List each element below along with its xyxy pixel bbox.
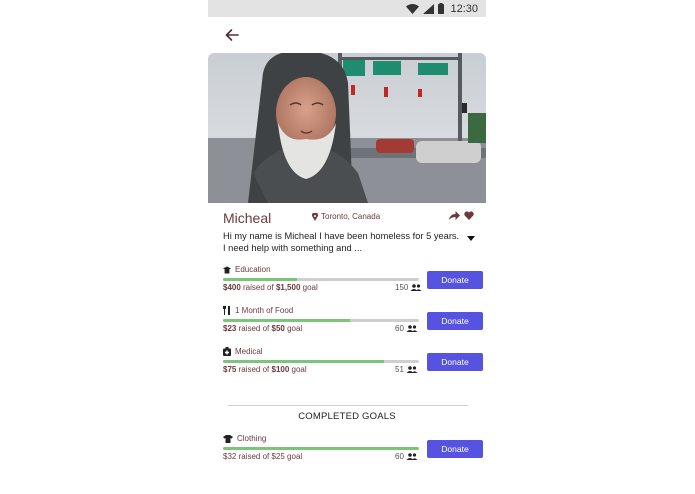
goal-raised-text: $32 raised of $25 goal	[223, 452, 303, 461]
goal-progress-bar	[223, 278, 419, 281]
goal-progress-fill	[223, 278, 298, 281]
location-pin-icon	[312, 212, 318, 221]
donate-button[interactable]: Donate	[427, 271, 483, 289]
goal-progress-fill	[223, 360, 384, 363]
signal-icon	[423, 3, 435, 14]
goal-label: 1 Month of Food	[235, 306, 294, 315]
people-icon	[410, 284, 422, 291]
goal-progress-bar	[223, 319, 419, 322]
goal-progress-fill	[223, 319, 351, 322]
share-icon[interactable]	[449, 211, 460, 220]
goal-item: Medical $75 raised of $100 goal 51 Donat…	[223, 347, 483, 379]
goal-label: Medical	[235, 347, 263, 356]
wifi-icon	[406, 3, 420, 14]
expand-caret-icon[interactable]	[467, 236, 475, 241]
phone-screen: 12:30 Micheal Toronto, Canada Hi my name…	[208, 0, 486, 494]
goal-label: Clothing	[237, 434, 267, 443]
goal-progress-fill	[223, 447, 419, 450]
location-text: Toronto, Canada	[321, 212, 381, 221]
donate-button[interactable]: Donate	[427, 312, 483, 330]
fork-knife-icon	[223, 306, 230, 315]
goal-progress-bar	[223, 447, 419, 450]
supporter-count: 150	[395, 283, 422, 292]
completed-goal-item: Clothing $32 raised of $25 goal 60 Donat…	[223, 434, 483, 466]
people-icon	[406, 366, 418, 373]
profile-actions	[449, 211, 474, 220]
people-icon	[406, 453, 418, 460]
goal-item: 1 Month of Food $23 raised of $50 goal 6…	[223, 306, 483, 338]
supporter-count: 60	[395, 452, 418, 461]
goal-label: Education	[235, 265, 271, 274]
back-arrow-icon[interactable]	[222, 26, 242, 44]
donate-button[interactable]: Donate	[427, 440, 483, 458]
goal-raised-text: $23 raised of $50 goal	[223, 324, 303, 333]
supporter-count: 51	[395, 365, 418, 374]
profile-location: Toronto, Canada	[312, 212, 380, 221]
profile-photo	[208, 53, 486, 203]
graduation-cap-icon	[223, 266, 231, 273]
profile-bio: Hi my name is Micheal I have been homele…	[223, 231, 460, 253]
goal-item: Education $400 raised of $1,500 goal 150…	[223, 265, 483, 297]
medical-kit-icon	[223, 347, 231, 356]
goal-progress-bar	[223, 360, 419, 363]
battery-icon	[438, 3, 445, 14]
people-icon	[406, 325, 418, 332]
completed-goals-title: COMPLETED GOALS	[298, 411, 396, 422]
section-divider	[228, 405, 468, 406]
supporter-count: 60	[395, 324, 418, 333]
goal-raised-text: $75 raised of $100 goal	[223, 365, 307, 374]
status-bar: 12:30	[208, 0, 486, 17]
profile-name: Micheal	[223, 210, 272, 226]
status-time: 12:30	[450, 2, 478, 15]
heart-icon[interactable]	[464, 211, 474, 220]
donate-button[interactable]: Donate	[427, 353, 483, 371]
goal-raised-text: $400 raised of $1,500 goal	[223, 283, 318, 292]
tshirt-icon	[223, 434, 233, 443]
